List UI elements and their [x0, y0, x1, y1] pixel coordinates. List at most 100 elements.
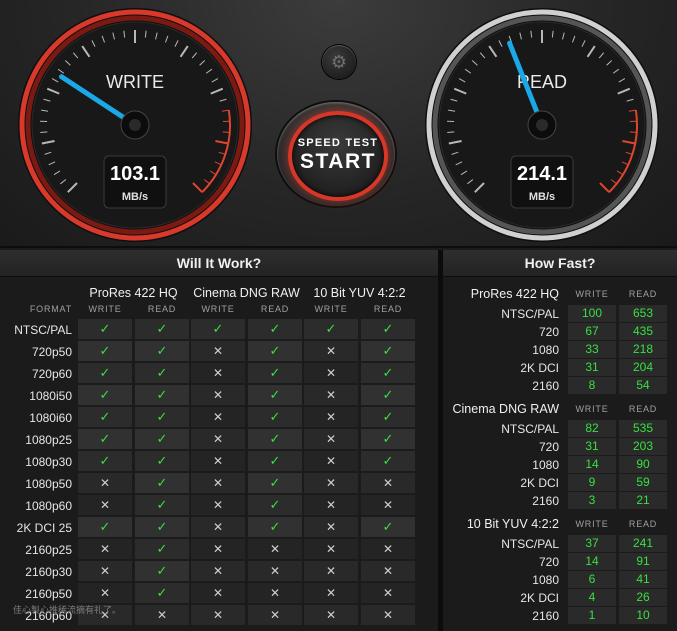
speed-row: 2K DCI 4 26 [443, 589, 677, 607]
write-fps-value: 100 [568, 305, 616, 322]
cross-icon: ✕ [191, 363, 245, 383]
write-speed-value: 103.1 [110, 163, 160, 185]
read-gauge-tick [629, 131, 637, 133]
speed-row: NTSC/PAL 82 535 [443, 420, 677, 438]
cross-icon: ✕ [135, 605, 189, 625]
format-label: NTSC/PAL [501, 422, 559, 436]
will-it-work-title: Will It Work? [0, 250, 438, 277]
check-icon: ✓ [78, 429, 132, 449]
cross-icon: ✕ [78, 495, 132, 515]
check-icon: ✓ [361, 451, 415, 471]
check-icon: ✓ [248, 517, 302, 537]
write-gauge-tick [40, 131, 48, 133]
check-icon: ✓ [78, 517, 132, 537]
format-label: 720 [538, 325, 559, 339]
read-gauge-hub-cap [536, 119, 548, 131]
start-button-label: START [300, 150, 376, 173]
start-button-face[interactable]: SPEED TEST START [288, 111, 388, 201]
cross-icon: ✕ [361, 583, 415, 603]
write-column-header: WRITE [201, 304, 235, 314]
write-fps-value: 14 [568, 553, 616, 570]
check-icon: ✓ [135, 517, 189, 537]
start-button[interactable]: SPEED TEST START [277, 102, 399, 210]
format-label: 1080p60 [25, 499, 72, 513]
read-fps-value: 10 [619, 607, 667, 624]
write-gauge-label: WRITE [106, 72, 164, 92]
speed-row: NTSC/PAL 100 653 [443, 305, 677, 323]
gear-icon[interactable]: ⚙ [322, 45, 356, 79]
write-fps-value: 37 [568, 535, 616, 552]
check-icon: ✓ [361, 363, 415, 383]
format-label: 1080p50 [25, 477, 72, 491]
format-label: 720 [538, 440, 559, 454]
table-row: 1080p30 ✓ ✓ ✕ ✓ ✕ ✓ [0, 451, 438, 473]
table-row: 2K DCI 25 ✓ ✓ ✕ ✓ ✕ ✓ [0, 517, 438, 539]
format-label: 720 [538, 555, 559, 569]
table-row: 2160p30 ✕ ✓ ✕ ✕ ✕ ✕ [0, 561, 438, 583]
cross-icon: ✕ [78, 473, 132, 493]
format-label: 1080p30 [25, 455, 72, 469]
table-row: 2160p25 ✕ ✓ ✕ ✕ ✕ ✕ [0, 539, 438, 561]
write-column-header: WRITE [575, 404, 609, 414]
format-label: 1080p25 [25, 433, 72, 447]
check-icon: ✓ [78, 341, 132, 361]
cross-icon: ✕ [304, 517, 358, 537]
read-fps-value: 204 [619, 359, 667, 376]
read-column-header: READ [147, 304, 177, 314]
table-row: 720p50 ✓ ✓ ✕ ✓ ✕ ✓ [0, 341, 438, 363]
cross-icon: ✕ [191, 517, 245, 537]
check-icon: ✓ [248, 495, 302, 515]
format-label: NTSC/PAL [501, 307, 559, 321]
check-icon: ✓ [78, 451, 132, 471]
cross-icon: ✕ [191, 561, 245, 581]
check-icon: ✓ [361, 429, 415, 449]
table-row: 1080i50 ✓ ✓ ✕ ✓ ✕ ✓ [0, 385, 438, 407]
check-icon: ✓ [135, 583, 189, 603]
cross-icon: ✕ [304, 363, 358, 383]
cross-icon: ✕ [191, 495, 245, 515]
cross-icon: ✕ [304, 451, 358, 471]
check-icon: ✓ [78, 319, 132, 339]
check-icon: ✓ [135, 561, 189, 581]
speed-row: NTSC/PAL 37 241 [443, 535, 677, 553]
format-label: 2160 [532, 494, 559, 508]
start-button-caption: SPEED TEST [297, 137, 379, 149]
speed-row: 1080 33 218 [443, 341, 677, 359]
read-speed-unit: MB/s [529, 191, 555, 203]
speed-row: 1080 14 90 [443, 456, 677, 474]
table-row: 1080p50 ✕ ✓ ✕ ✓ ✕ ✕ [0, 473, 438, 495]
cross-icon: ✕ [304, 429, 358, 449]
cross-icon: ✕ [304, 341, 358, 361]
read-column-header: READ [628, 404, 658, 414]
format-label: 1080i50 [29, 389, 72, 403]
format-label: 720p50 [31, 345, 72, 359]
read-fps-value: 90 [619, 456, 667, 473]
check-icon: ✓ [135, 451, 189, 471]
check-icon: ✓ [135, 385, 189, 405]
format-label: 2K DCI [520, 361, 559, 375]
cross-icon: ✕ [191, 605, 245, 625]
write-gauge-dial: WRITE 103.1 MB/s [18, 8, 252, 242]
format-label: 2K DCI [520, 476, 559, 490]
read-fps-value: 653 [619, 305, 667, 322]
check-icon: ✓ [135, 341, 189, 361]
write-fps-value: 31 [568, 438, 616, 455]
cross-icon: ✕ [361, 561, 415, 581]
write-fps-value: 67 [568, 323, 616, 340]
read-fps-value: 91 [619, 553, 667, 570]
write-fps-value: 4 [568, 589, 616, 606]
check-icon: ✓ [304, 319, 358, 339]
format-label: 2160p25 [25, 543, 72, 557]
codec-group-header: 10 Bit YUV 4:2:2 [313, 286, 406, 300]
read-column-header: READ [260, 304, 290, 314]
read-fps-value: 54 [619, 377, 667, 394]
speed-row: 2160 1 10 [443, 607, 677, 625]
cross-icon: ✕ [78, 583, 132, 603]
speed-row: 720 14 91 [443, 553, 677, 571]
check-icon: ✓ [78, 363, 132, 383]
check-icon: ✓ [135, 495, 189, 515]
format-label: NTSC/PAL [14, 323, 72, 337]
check-icon: ✓ [191, 319, 245, 339]
speed-row: 2K DCI 9 59 [443, 474, 677, 492]
write-fps-value: 33 [568, 341, 616, 358]
